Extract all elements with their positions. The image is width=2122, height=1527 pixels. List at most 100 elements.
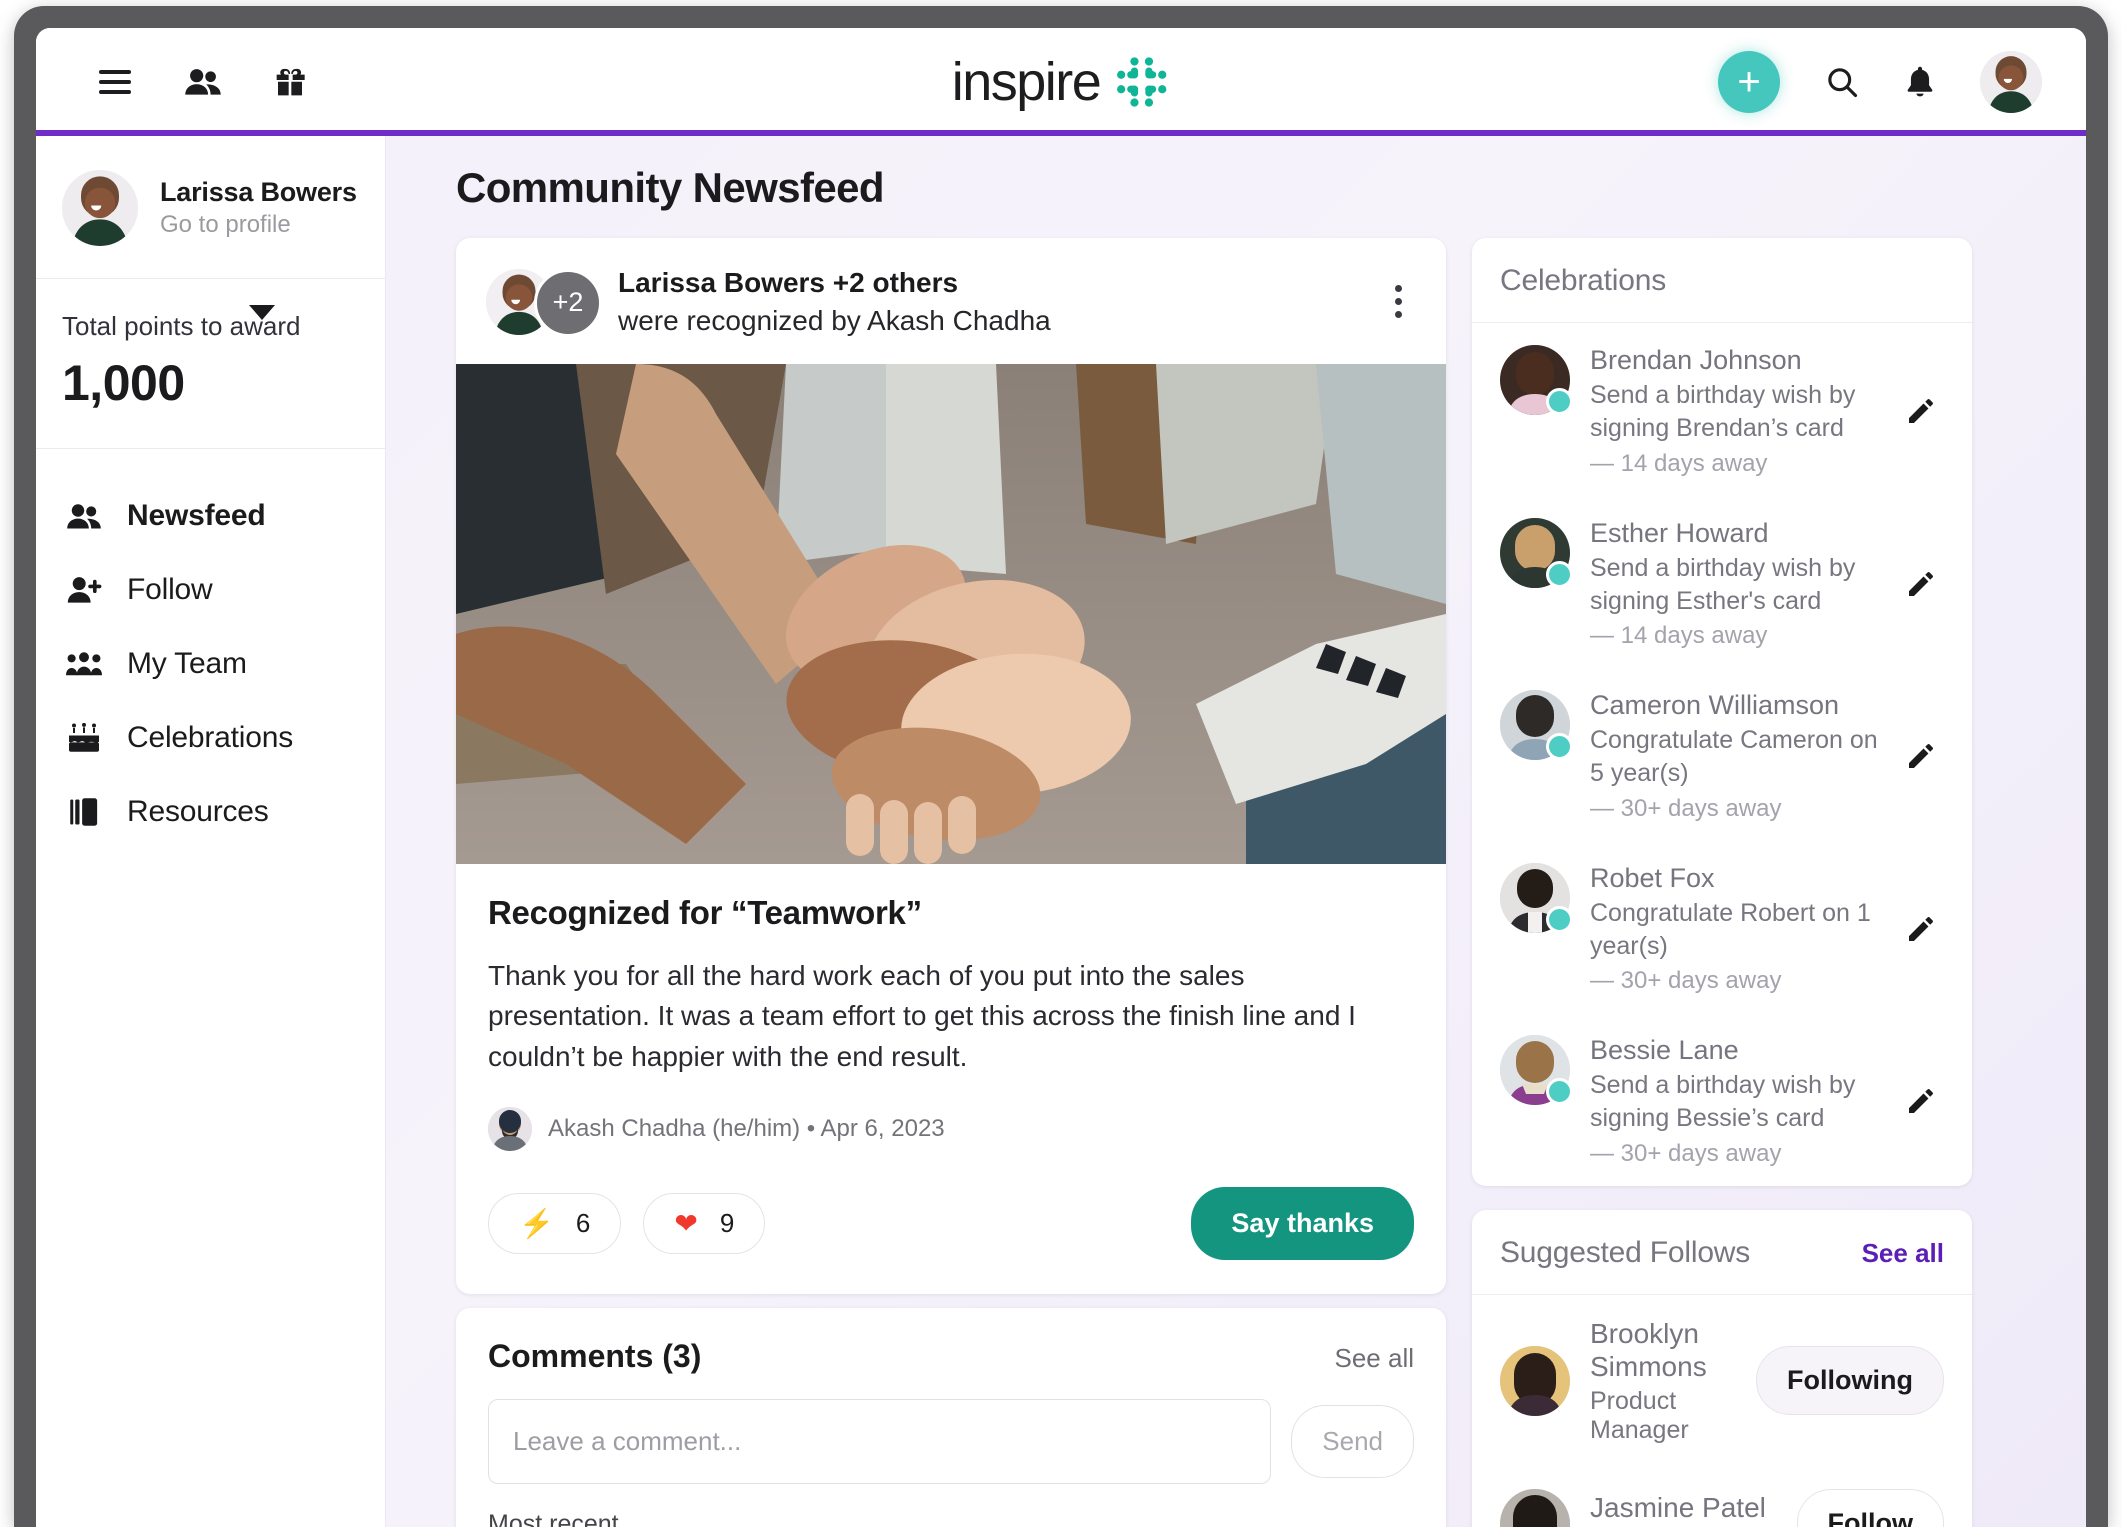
post-author-meta: Akash Chadha (he/him) • Apr 6, 2023 — [488, 1107, 1414, 1152]
celebration-desc: Send a birthday wish by signing Brendan’… — [1590, 381, 1856, 443]
celebration-desc: Congratulate Cameron on 5 year(s) — [1590, 726, 1878, 788]
celebration-away: — 14 days away — [1590, 449, 1768, 477]
celebration-avatar-wrap — [1500, 690, 1573, 760]
profile-name: Larissa Bowers — [160, 177, 357, 207]
add-button[interactable]: + — [1718, 51, 1780, 113]
recipient-avatars: +2 — [486, 268, 602, 337]
pencil-icon[interactable] — [1898, 568, 1944, 600]
sidebar-item-newsfeed[interactable]: Newsfeed — [36, 479, 385, 553]
celebration-row[interactable]: Robet Fox Congratulate Robert on 1 year(… — [1472, 841, 1972, 1014]
celebration-avatar-wrap — [1500, 345, 1573, 415]
kebab-menu-icon[interactable] — [1381, 275, 1416, 328]
celebrations-header: Celebrations — [1472, 238, 1972, 323]
people-icon — [66, 503, 102, 530]
avatar — [1500, 1345, 1570, 1416]
gift-icon[interactable] — [274, 66, 306, 98]
sidebar-item-label: Celebrations — [127, 721, 294, 754]
comment-input-row: Send — [456, 1375, 1446, 1485]
celebration-row[interactable]: Brendan Johnson Send a birthday wish by … — [1472, 323, 1972, 496]
sidebar-item-follow[interactable]: Follow — [36, 553, 385, 627]
sidebar-item-label: My Team — [127, 647, 247, 680]
post-card: +2 Larissa Bowers +2 others were recogni… — [456, 238, 1446, 1295]
sidebar-item-my-team[interactable]: My Team — [36, 627, 385, 701]
sidebar-item-celebrations[interactable]: Celebrations — [36, 701, 385, 775]
send-button[interactable]: Send — [1291, 1405, 1414, 1479]
follow-name: Brooklyn Simmons — [1590, 1317, 1707, 1382]
reactions-row: ⚡ 6 ❤ 9 Say thanks — [456, 1159, 1446, 1294]
page-title: Community Newsfeed — [456, 164, 885, 211]
comments-header: Comments (3) See all — [456, 1308, 1446, 1375]
celebration-desc: Congratulate Robert on 1 year(s) — [1590, 898, 1871, 960]
person-plus-icon — [66, 576, 102, 604]
status-badge — [1546, 560, 1573, 588]
top-navigation-bar: inspire + — [36, 28, 2086, 136]
post-hero-image — [456, 363, 1446, 864]
celebration-row[interactable]: Bessie Lane Send a birthday wish by sign… — [1472, 1013, 1972, 1186]
sidebar-profile[interactable]: Larissa Bowers Go to profile — [36, 140, 385, 279]
people-icon[interactable] — [184, 67, 222, 97]
sidebar-item-label: Resources — [127, 795, 269, 828]
profile-text: Larissa Bowers Go to profile — [160, 177, 357, 239]
avatar — [1500, 1488, 1570, 1527]
sidebar-item-label: Follow — [127, 573, 213, 606]
bell-icon[interactable] — [1904, 65, 1936, 99]
reaction-count: 6 — [575, 1208, 591, 1239]
reaction-lightning[interactable]: ⚡ 6 — [488, 1193, 622, 1255]
post-recognizer: were recognized by Akash Chadha — [618, 304, 1051, 336]
comments-see-all-link[interactable]: See all — [1335, 1343, 1415, 1374]
topbar-right-actions: + — [1718, 51, 2052, 113]
comments-title: Comments (3) — [488, 1338, 702, 1375]
pencil-icon[interactable] — [1898, 740, 1944, 772]
celebration-text: Esther Howard Send a birthday wish by si… — [1590, 518, 1878, 651]
follow-row: Brooklyn Simmons Product Manager Followi… — [1472, 1295, 1972, 1467]
sidebar: Larissa Bowers Go to profile Total point… — [36, 136, 386, 1527]
status-badge — [1546, 388, 1573, 415]
status-badge — [1546, 905, 1573, 933]
brand-logo[interactable]: inspire — [952, 53, 1171, 111]
comments-sort-label: Most recent — [488, 1510, 619, 1527]
main-content: Community Newsfeed +2 Larissa Bowers +2 … — [386, 136, 2086, 1527]
profile-avatar — [62, 170, 138, 246]
suggested-follows-see-all-link[interactable]: See all — [1862, 1238, 1944, 1269]
brand-name: inspire — [951, 52, 1102, 112]
celebration-away: — 14 days away — [1590, 622, 1768, 649]
follow-text: Jasmine Patel Digital Marketing — [1590, 1491, 1777, 1527]
pencil-icon[interactable] — [1898, 1085, 1944, 1117]
celebration-text: Brendan Johnson Send a birthday wish by … — [1590, 345, 1878, 478]
reaction-count: 9 — [719, 1208, 735, 1239]
post-recipients: Larissa Bowers +2 others — [618, 267, 959, 298]
heart-icon: ❤ — [674, 1207, 698, 1239]
chevron-down-icon[interactable] — [249, 305, 275, 320]
celebration-text: Bessie Lane Send a birthday wish by sign… — [1590, 1035, 1878, 1168]
celebration-desc: Send a birthday wish by signing Bessie’s… — [1590, 1071, 1856, 1133]
post-body: Recognized for “Teamwork” Thank you for … — [456, 864, 1446, 1160]
search-icon[interactable] — [1824, 64, 1860, 100]
right-rail: Celebrations Brendan Johnson Send a birt… — [1472, 238, 1972, 1527]
post-text: Thank you for all the hard work each of … — [488, 959, 1356, 1072]
follow-role: Product Manager — [1590, 1386, 1689, 1444]
topbar-left-icons — [98, 66, 306, 98]
go-to-profile-link[interactable]: Go to profile — [160, 211, 357, 239]
celebrations-card: Celebrations Brendan Johnson Send a birt… — [1472, 238, 1972, 1186]
inspire-cross-logo-icon — [1116, 57, 1166, 107]
celebration-text: Cameron Williamson Congratulate Cameron … — [1590, 690, 1878, 823]
follow-button[interactable]: Follow — [1796, 1489, 1944, 1527]
reaction-heart[interactable]: ❤ 9 — [643, 1193, 766, 1255]
say-thanks-button[interactable]: Say thanks — [1191, 1187, 1414, 1261]
lightning-bolt-icon: ⚡ — [519, 1207, 554, 1239]
hamburger-menu-icon[interactable] — [98, 70, 132, 94]
sidebar-item-resources[interactable]: Resources — [36, 775, 385, 849]
celebration-row[interactable]: Cameron Williamson Congratulate Cameron … — [1472, 668, 1972, 841]
avatar[interactable] — [1980, 51, 2042, 113]
pencil-icon[interactable] — [1898, 913, 1944, 945]
celebration-row[interactable]: Esther Howard Send a birthday wish by si… — [1472, 496, 1972, 669]
celebration-name: Esther Howard — [1590, 517, 1769, 548]
pencil-icon[interactable] — [1898, 395, 1944, 427]
extra-avatars-badge[interactable]: +2 — [534, 268, 602, 337]
post-header: +2 Larissa Bowers +2 others were recogni… — [456, 238, 1446, 364]
comment-input[interactable] — [488, 1399, 1272, 1485]
author-avatar — [488, 1107, 532, 1152]
following-button[interactable]: Following — [1756, 1346, 1944, 1416]
celebration-avatar-wrap — [1500, 862, 1573, 933]
post-title: Recognized for “Teamwork” — [488, 893, 922, 931]
